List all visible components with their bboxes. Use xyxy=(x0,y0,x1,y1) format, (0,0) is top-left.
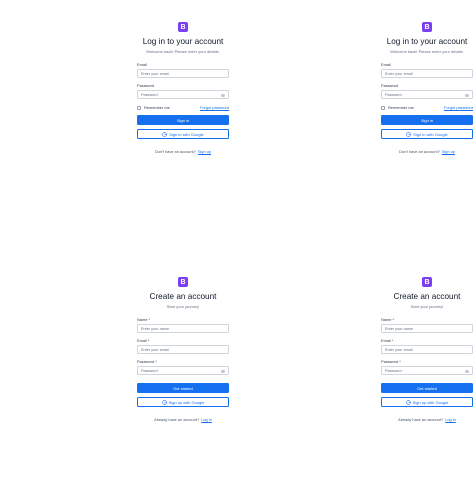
email-label: Email * xyxy=(381,338,394,343)
google-icon xyxy=(405,399,411,405)
google-button-label: Sign in with Google xyxy=(169,131,204,137)
brand-logo: B xyxy=(178,277,188,287)
eye-icon[interactable] xyxy=(221,369,225,373)
password-field-group: Password * Password xyxy=(137,359,229,375)
page-title: Create an account xyxy=(393,292,461,301)
page-subtitle: Welcome back! Please enter your details. xyxy=(146,49,220,54)
email-field-group: Email Enter your email xyxy=(381,62,473,78)
name-field-group: Name * Enter your name xyxy=(137,317,229,333)
page-subtitle: Start your journey! xyxy=(166,304,200,309)
email-input[interactable]: Enter your email xyxy=(381,345,473,354)
signup-panel: B Create an account Start your journey! … xyxy=(137,277,229,422)
password-placeholder: Password xyxy=(141,92,158,97)
log-in-link[interactable]: Log in xyxy=(201,417,212,422)
email-label: Email xyxy=(381,62,391,67)
brand-logo: B xyxy=(178,22,188,32)
signup-prompt: Don't have an account? Sign up xyxy=(137,149,229,154)
remember-label: Remember me xyxy=(144,105,170,110)
email-label: Email xyxy=(137,62,147,67)
password-field-group: Password * Password xyxy=(381,359,473,375)
forgot-password-link[interactable]: Forgot password xyxy=(444,105,473,110)
log-in-link[interactable]: Log in xyxy=(445,417,456,422)
password-field-group: Password Password xyxy=(381,83,473,99)
google-icon xyxy=(406,131,412,137)
google-sign-up-button[interactable]: Sign up with Google xyxy=(137,397,229,407)
sign-in-button[interactable]: Sign in xyxy=(137,115,229,125)
footer-text: Don't have an account? xyxy=(398,149,440,154)
password-input[interactable]: Password xyxy=(381,366,473,375)
password-input[interactable]: Password xyxy=(381,90,473,99)
page-title: Create an account xyxy=(149,292,217,301)
email-input[interactable]: Enter your email xyxy=(137,69,229,78)
email-field-group: Email * Enter your email xyxy=(381,338,473,354)
remember-me[interactable]: Remember me xyxy=(381,105,414,110)
password-label: Password * xyxy=(381,359,401,364)
page-subtitle: Start your journey! xyxy=(410,304,444,309)
password-label: Password * xyxy=(137,359,157,364)
login-prompt: Already have an account? Log in xyxy=(137,417,229,422)
login-panel: B Log in to your account Welcome back! P… xyxy=(137,22,229,154)
password-input[interactable]: Password xyxy=(137,90,229,99)
google-sign-in-button[interactable]: Sign in with Google xyxy=(137,129,229,139)
eye-icon[interactable] xyxy=(221,93,225,97)
brand-logo: B xyxy=(422,22,432,32)
login-prompt: Already have an account? Log in xyxy=(381,417,473,422)
google-sign-up-button[interactable]: Sign up with Google xyxy=(381,397,473,407)
remember-label: Remember me xyxy=(388,105,414,110)
required-mark: * xyxy=(399,359,401,364)
signup-panel: B Create an account Start your journey! … xyxy=(381,277,473,422)
required-mark: * xyxy=(148,317,150,322)
password-label: Password xyxy=(381,83,399,88)
required-mark: * xyxy=(391,338,394,343)
google-sign-in-button[interactable]: Sign in with Google xyxy=(381,129,473,139)
name-input[interactable]: Enter your name xyxy=(381,324,473,333)
remember-row: Remember me Forgot password xyxy=(137,105,229,110)
password-placeholder: Password xyxy=(385,92,402,97)
sign-in-button[interactable]: Sign in xyxy=(381,115,473,125)
password-placeholder: Password xyxy=(141,368,158,373)
google-icon xyxy=(162,131,168,137)
brand-logo: B xyxy=(422,277,432,287)
footer-text: Don't have an account? xyxy=(154,149,196,154)
email-input[interactable]: Enter your email xyxy=(137,345,229,354)
remember-row: Remember me Forgot password xyxy=(381,105,473,110)
remember-me[interactable]: Remember me xyxy=(137,105,170,110)
name-input[interactable]: Enter your name xyxy=(137,324,229,333)
name-label: Name * xyxy=(137,317,150,322)
google-button-label: Sign in with Google xyxy=(413,131,448,137)
page-subtitle: Welcome back! Please enter your details. xyxy=(390,49,464,54)
signup-prompt: Don't have an account? Sign up xyxy=(381,149,473,154)
email-field-group: Email Enter your email xyxy=(137,62,229,78)
password-input[interactable]: Password xyxy=(137,366,229,375)
email-field-group: Email * Enter your email xyxy=(137,338,229,354)
password-field-group: Password Password xyxy=(137,83,229,99)
get-started-button[interactable]: Get started xyxy=(137,383,229,393)
email-input[interactable]: Enter your email xyxy=(381,69,473,78)
get-started-button[interactable]: Get started xyxy=(381,383,473,393)
forgot-password-link[interactable]: Forgot password xyxy=(200,105,229,110)
eye-icon[interactable] xyxy=(465,369,469,373)
remember-checkbox[interactable] xyxy=(137,105,141,110)
footer-text: Already have an account? xyxy=(154,417,200,422)
password-label: Password xyxy=(137,83,155,88)
google-button-label: Sign up with Google xyxy=(412,399,449,405)
google-button-label: Sign up with Google xyxy=(168,399,205,405)
login-panel: B Log in to your account Welcome back! P… xyxy=(381,22,473,154)
sign-up-link[interactable]: Sign up xyxy=(198,149,211,154)
required-mark: * xyxy=(392,317,394,322)
required-mark: * xyxy=(147,338,150,343)
page-title: Log in to your account xyxy=(142,37,224,46)
page-title: Log in to your account xyxy=(386,37,468,46)
footer-text: Already have an account? xyxy=(398,417,444,422)
email-label: Email * xyxy=(137,338,150,343)
password-placeholder: Password xyxy=(385,368,402,373)
required-mark: * xyxy=(155,359,157,364)
sign-up-link[interactable]: Sign up xyxy=(442,149,455,154)
eye-icon[interactable] xyxy=(465,93,469,97)
name-field-group: Name * Enter your name xyxy=(381,317,473,333)
name-label: Name * xyxy=(381,317,394,322)
remember-checkbox[interactable] xyxy=(381,105,385,110)
google-icon xyxy=(161,399,167,405)
